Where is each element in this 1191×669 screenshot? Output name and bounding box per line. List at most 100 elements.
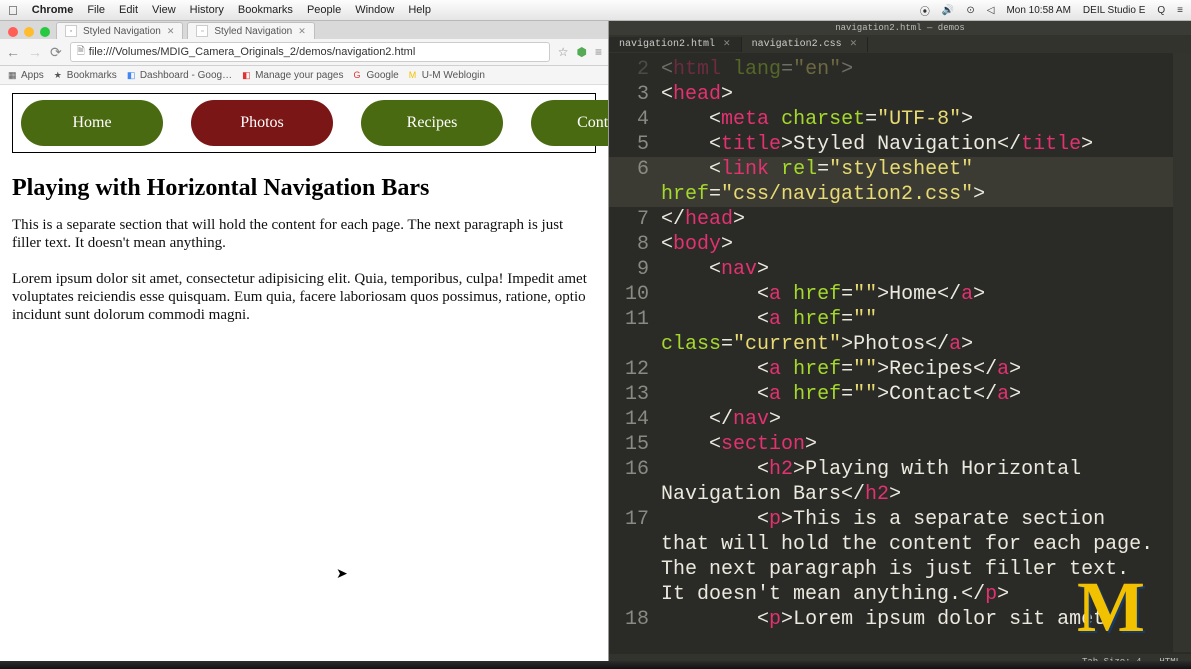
code-line[interactable]: 10 <a href="">Home</a> <box>609 282 1191 307</box>
line-number: 14 <box>609 407 661 432</box>
tab-close-icon[interactable]: ✕ <box>298 26 306 37</box>
code-line[interactable]: 6 <link rel="stylesheet" href="css/navig… <box>609 157 1191 207</box>
minimap[interactable] <box>1173 53 1191 652</box>
line-content: <a href="">Home</a> <box>661 282 1191 307</box>
forward-button[interactable]: → <box>28 44 42 60</box>
mac-menubar:  Chrome File Edit View History Bookmark… <box>0 0 1191 21</box>
mouse-cursor-icon: ➤ <box>336 565 348 582</box>
code-line[interactable]: 13 <a href="">Contact</a> <box>609 382 1191 407</box>
line-number: 15 <box>609 432 661 457</box>
window-close-icon[interactable] <box>8 27 18 37</box>
nav-link-recipes[interactable]: Recipes <box>361 100 503 146</box>
editor-tabstrip: navigation2.html ✕ navigation2.css ✕ <box>609 35 1191 53</box>
line-content: <link rel="stylesheet" href="css/navigat… <box>661 157 1191 207</box>
bookmark-item[interactable]: MU-M Weblogin <box>409 70 485 81</box>
code-line[interactable]: 14 </nav> <box>609 407 1191 432</box>
page-paragraph: This is a separate section that will hol… <box>12 216 596 252</box>
back-button[interactable]: ← <box>6 44 20 60</box>
chrome-toolbar: ← → ⟳ 🗎 file:///Volumes/MDIG_Camera_Orig… <box>0 39 608 66</box>
spotlight-icon[interactable]: Q <box>1157 5 1165 16</box>
browser-tab[interactable]: ▫ Styled Navigation ✕ <box>187 22 314 39</box>
bookmark-item[interactable]: ◧Dashboard - Goog… <box>127 70 232 81</box>
menu-bookmarks[interactable]: Bookmarks <box>238 4 293 16</box>
menubar-user[interactable]: DEIL Studio E <box>1083 5 1145 16</box>
page-viewport[interactable]: Home Photos Recipes Contact Playing with… <box>0 85 608 669</box>
editor-tab-name: navigation2.css <box>752 39 842 50</box>
apple-menu-icon[interactable]:  <box>8 4 18 17</box>
browser-tab[interactable]: ▫ Styled Navigation ✕ <box>56 22 183 39</box>
bookmark-item[interactable]: ★Bookmarks <box>54 70 117 81</box>
line-number: 12 <box>609 357 661 382</box>
code-line[interactable]: 5 <title>Styled Navigation</title> <box>609 132 1191 157</box>
code-line[interactable]: 16 <h2>Playing with Horizontal Navigatio… <box>609 457 1191 507</box>
folder-icon: ◧ <box>127 70 137 80</box>
line-content: <html lang="en"> <box>661 57 1191 82</box>
line-content: <head> <box>661 82 1191 107</box>
line-number: 2 <box>609 57 661 82</box>
menubar-app-name[interactable]: Chrome <box>32 4 74 16</box>
line-number: 6 <box>609 157 661 207</box>
code-line[interactable]: 3<head> <box>609 82 1191 107</box>
menu-window[interactable]: Window <box>355 4 394 16</box>
favicon-icon: ▫ <box>196 25 208 37</box>
bookmark-item[interactable]: ◧Manage your pages <box>242 70 343 81</box>
line-content: <p>This is a separate section that will … <box>661 507 1191 607</box>
menu-edit[interactable]: Edit <box>119 4 138 16</box>
code-line[interactable]: 11 <a href="" class="current">Photos</a> <box>609 307 1191 357</box>
star-icon: ★ <box>54 70 64 80</box>
menu-people[interactable]: People <box>307 4 341 16</box>
chrome-menu-icon[interactable]: ≡ <box>595 45 602 59</box>
code-line[interactable]: 9 <nav> <box>609 257 1191 282</box>
code-line[interactable]: 8<body> <box>609 232 1191 257</box>
screen-record-icon[interactable]: ⦿ <box>920 3 930 18</box>
code-line[interactable]: 12 <a href="">Recipes</a> <box>609 357 1191 382</box>
window-zoom-icon[interactable] <box>40 27 50 37</box>
menu-view[interactable]: View <box>152 4 176 16</box>
code-line[interactable]: 18 <p>Lorem ipsum dolor sit amet, <box>609 607 1191 632</box>
code-line[interactable]: 2<html lang="en"> <box>609 57 1191 82</box>
line-number: 5 <box>609 132 661 157</box>
editor-tab[interactable]: navigation2.css ✕ <box>742 37 869 52</box>
line-number: 13 <box>609 382 661 407</box>
nav-link-home[interactable]: Home <box>21 100 163 146</box>
nav-link-contact[interactable]: Contact <box>531 100 608 146</box>
line-number: 8 <box>609 232 661 257</box>
code-line[interactable]: 4 <meta charset="UTF-8"> <box>609 107 1191 132</box>
bookmark-star-icon[interactable]: ☆ <box>558 45 569 59</box>
favicon-icon: ▫ <box>65 25 77 37</box>
bookmark-item[interactable]: ▦Apps <box>8 70 44 81</box>
apps-icon: ▦ <box>8 70 18 80</box>
mac-dock[interactable] <box>0 661 1191 669</box>
nav-link-photos[interactable]: Photos <box>191 100 333 146</box>
tab-close-icon[interactable]: ✕ <box>723 39 731 49</box>
bluetooth-icon[interactable]: ◁ <box>987 5 995 16</box>
line-content: <h2>Playing with Horizontal Navigation B… <box>661 457 1191 507</box>
line-content: <nav> <box>661 257 1191 282</box>
wifi-icon[interactable]: ⊙ <box>966 5 974 16</box>
code-line[interactable]: 17 <p>This is a separate section that wi… <box>609 507 1191 607</box>
line-number: 16 <box>609 457 661 507</box>
reload-button[interactable]: ⟳ <box>50 44 62 61</box>
code-line[interactable]: 7</head> <box>609 207 1191 232</box>
bookmark-item[interactable]: GGoogle <box>354 70 399 81</box>
notification-center-icon[interactable]: ≡ <box>1177 5 1183 16</box>
bookmarks-bar: ▦Apps ★Bookmarks ◧Dashboard - Goog… ◧Man… <box>0 66 608 85</box>
window-minimize-icon[interactable] <box>24 27 34 37</box>
menu-file[interactable]: File <box>87 4 105 16</box>
code-area[interactable]: 2<html lang="en">3<head>4 <meta charset=… <box>609 53 1191 654</box>
address-bar[interactable]: 🗎 file:///Volumes/MDIG_Camera_Originals_… <box>70 42 550 62</box>
menu-help[interactable]: Help <box>408 4 431 16</box>
line-content: <body> <box>661 232 1191 257</box>
code-line[interactable]: 15 <section> <box>609 432 1191 457</box>
extension-icon[interactable]: ⬢ <box>577 45 587 59</box>
volume-icon[interactable]: 🔊 <box>942 5 954 16</box>
tab-close-icon[interactable]: ✕ <box>850 39 858 49</box>
menubar-clock[interactable]: Mon 10:58 AM <box>1006 5 1070 16</box>
tab-close-icon[interactable]: ✕ <box>167 26 175 37</box>
editor-tab[interactable]: navigation2.html ✕ <box>609 37 742 52</box>
menu-history[interactable]: History <box>190 4 224 16</box>
tab-title: Styled Navigation <box>83 26 161 37</box>
file-scheme-icon: 🗎 <box>77 44 85 61</box>
tab-title: Styled Navigation <box>214 26 292 37</box>
line-number: 10 <box>609 282 661 307</box>
